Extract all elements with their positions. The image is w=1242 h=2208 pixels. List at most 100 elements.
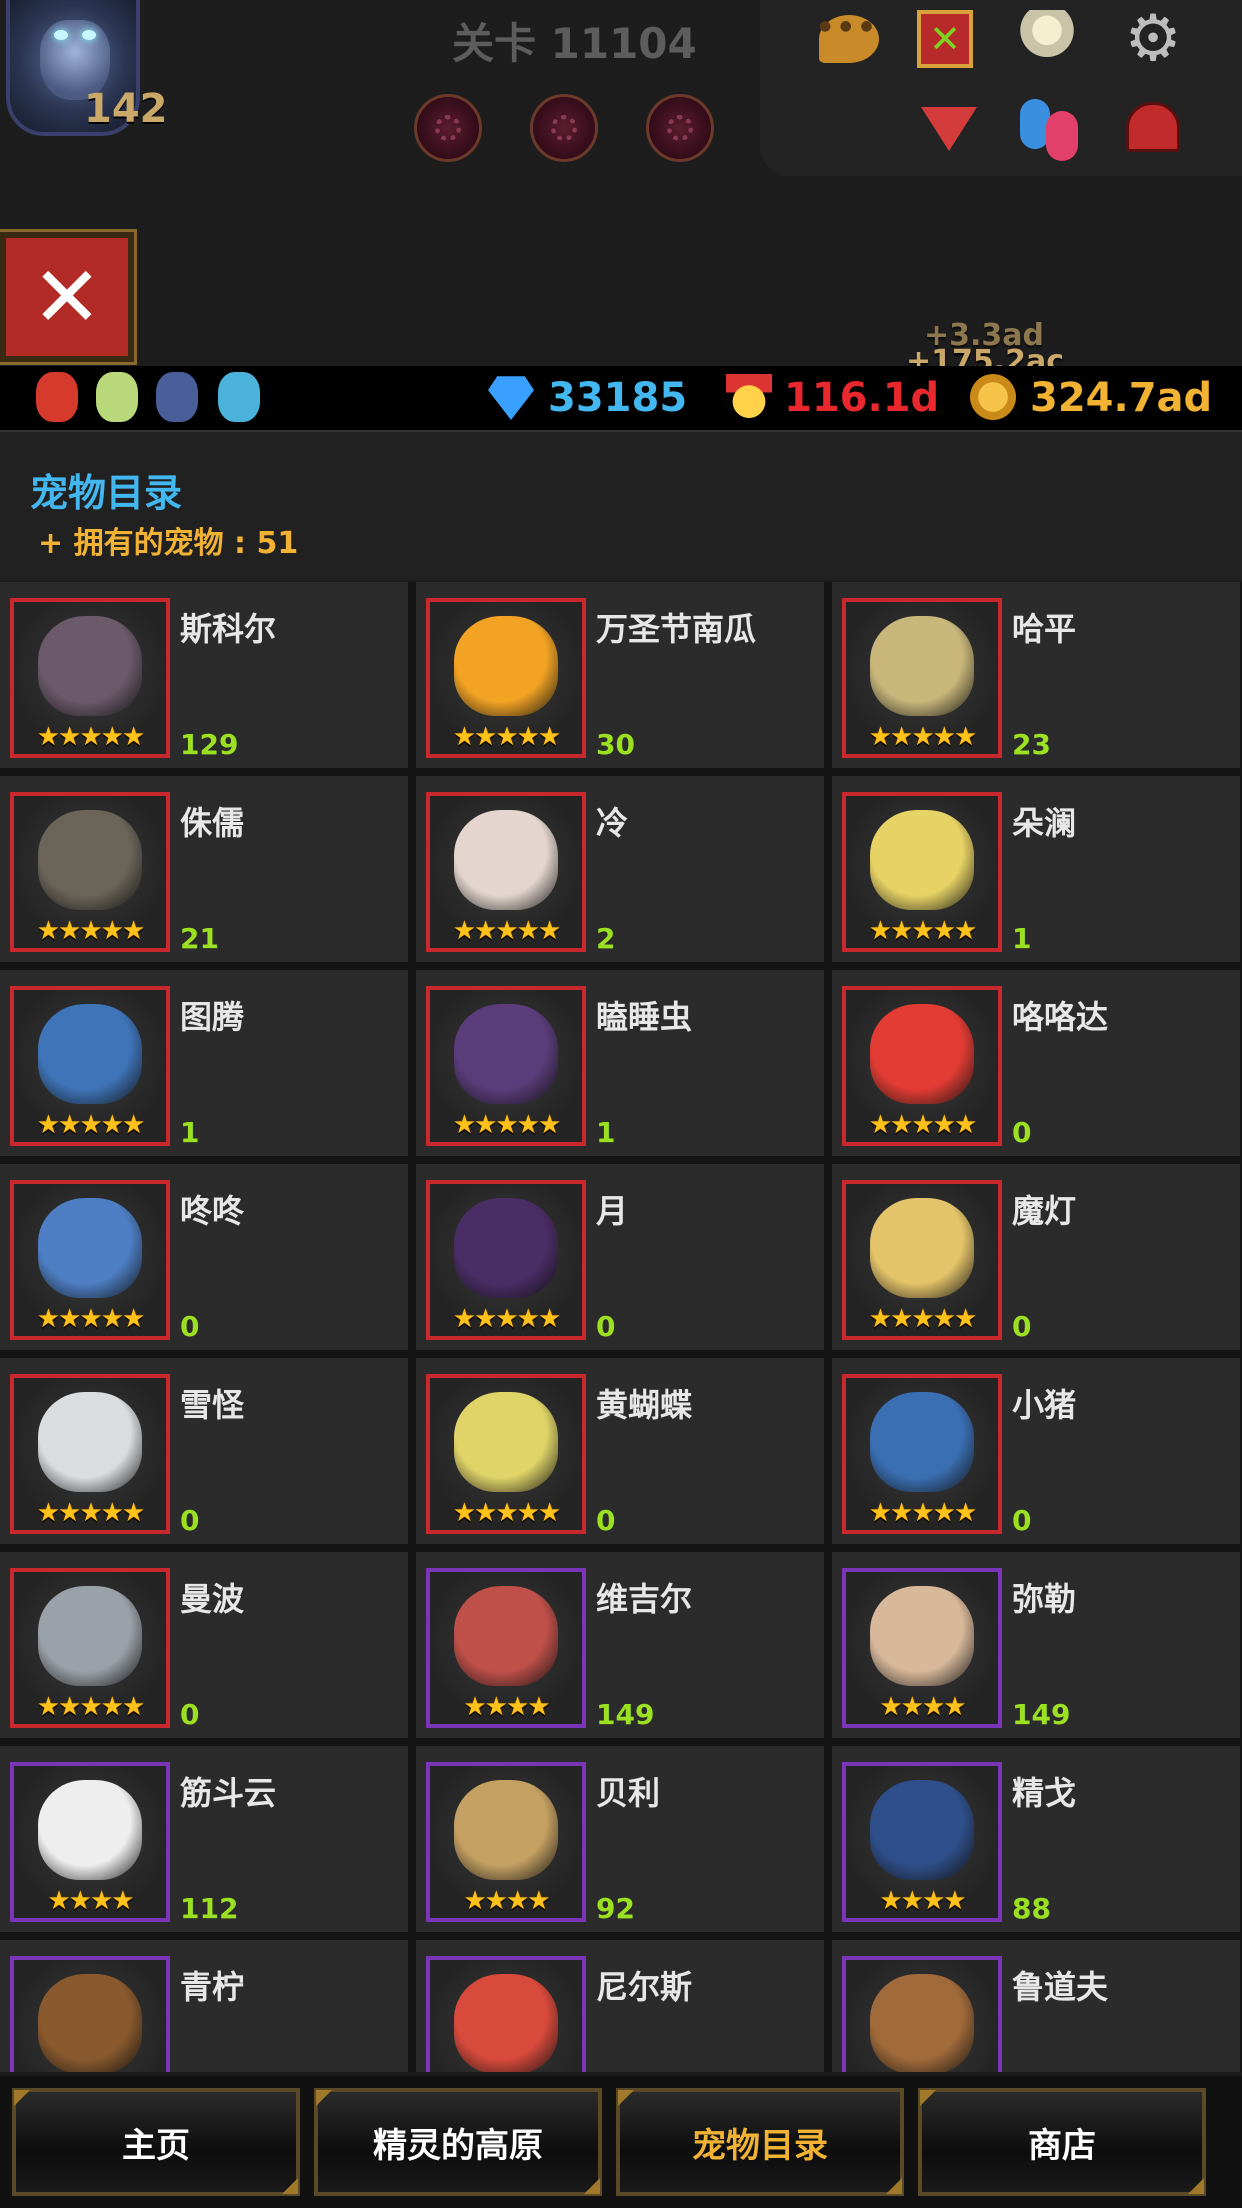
pet-card[interactable]: ★★★★★ 侏儒 21	[0, 776, 408, 962]
pet-stars: ★★★★	[879, 1692, 966, 1722]
tab-label: 商店	[1028, 2125, 1096, 2166]
pet-portrait: ★★★★★	[842, 1374, 1002, 1534]
pet-portrait: ★★★★★	[842, 598, 1002, 758]
pet-card[interactable]: ★★★★ 弥勒 149	[832, 1552, 1240, 1738]
pet-icon	[870, 1586, 974, 1686]
pet-card[interactable]: ★★★★★ 雪怪 0	[0, 1358, 408, 1544]
pet-card[interactable]: ★★★★★ 瞌睡虫 1	[416, 970, 824, 1156]
pet-icon	[870, 810, 974, 910]
pet-name: 雪怪	[180, 1386, 245, 1424]
mailbox-icon	[1126, 102, 1180, 152]
tab-pet-catalog[interactable]: 宠物目录	[616, 2088, 904, 2196]
pet-portrait: ★★★★	[426, 1568, 586, 1728]
pet-stars: ★★★★★	[868, 1498, 978, 1528]
pet-card[interactable]: ★★★★★ 月 0	[416, 1164, 824, 1350]
pet-card[interactable]: ★★★★ 精戈 88	[832, 1746, 1240, 1932]
pet-icon	[38, 1198, 142, 1298]
pet-count: 23	[1012, 728, 1051, 761]
pet-card[interactable]: ★★★★★ 朵澜 1	[832, 776, 1240, 962]
settings-button[interactable]: ⚙	[1120, 6, 1186, 72]
friends-icon	[1014, 97, 1080, 161]
pet-card[interactable]: ★★★★★ 冷 2	[416, 776, 824, 962]
pet-name: 青柠	[180, 1968, 245, 2006]
angel-button[interactable]	[1014, 6, 1080, 72]
calendar-icon: ✕	[917, 10, 973, 68]
hero-red-icon[interactable]	[36, 372, 78, 422]
pet-portrait	[842, 1956, 1002, 2072]
pet-stars: ★★★★★	[36, 1110, 146, 1140]
angel-icon	[1017, 10, 1077, 68]
gem-count: 33185	[548, 375, 688, 421]
pet-card[interactable]: 鲁道夫	[832, 1940, 1240, 2072]
pet-card[interactable]: ★★★★★ 咯咯达 0	[832, 970, 1240, 1156]
pet-card[interactable]: ★★★★ 筋斗云 112	[0, 1746, 408, 1932]
pet-portrait	[426, 1956, 586, 2072]
pet-icon	[454, 1586, 558, 1686]
medal-icon	[726, 374, 772, 420]
pet-card[interactable]: ★★★★ 贝利 92	[416, 1746, 824, 1932]
pet-icon	[454, 616, 558, 716]
pet-card[interactable]: ★★★★★ 曼波 0	[0, 1552, 408, 1738]
pet-card[interactable]: ★★★★★ 小猪 0	[832, 1358, 1240, 1544]
pet-name: 曼波	[180, 1580, 245, 1618]
owned-pets-count: + 拥有的宠物 : 51	[38, 526, 299, 561]
calendar-button[interactable]: ✕	[912, 6, 978, 72]
pet-card[interactable]: ★★★★★ 斯科尔 129	[0, 582, 408, 768]
friends-button[interactable]	[1014, 96, 1080, 162]
pet-stars: ★★★★★	[452, 1498, 562, 1528]
pet-portrait: ★★★★	[842, 1762, 1002, 1922]
collapse-button[interactable]	[916, 96, 982, 162]
close-button[interactable]: ✕	[0, 229, 137, 365]
collapse-arrow-icon	[921, 107, 977, 151]
pet-stars: ★★★★	[463, 1692, 550, 1722]
pet-card[interactable]: ★★★★★ 万圣节南瓜 30	[416, 582, 824, 768]
pet-count: 0	[1012, 1310, 1032, 1343]
pet-card[interactable]: 尼尔斯	[416, 1940, 824, 2072]
pet-count: 21	[180, 922, 219, 955]
pet-portrait: ★★★★	[426, 1762, 586, 1922]
pet-name: 哈平	[1012, 610, 1077, 648]
pet-name: 尼尔斯	[596, 1968, 693, 2006]
pet-card[interactable]: ★★★★★ 哈平 23	[832, 582, 1240, 768]
pet-portrait: ★★★★★	[10, 1374, 170, 1534]
pet-count: 92	[596, 1892, 635, 1925]
hero-knight-icon[interactable]	[156, 372, 198, 422]
pet-portrait: ★★★★★	[10, 792, 170, 952]
pet-icon	[38, 616, 142, 716]
pet-portrait: ★★★★★	[426, 986, 586, 1146]
pet-stars: ★★★★★	[452, 1110, 562, 1140]
pet-icon	[38, 1780, 142, 1880]
pet-stars: ★★★★★	[36, 722, 146, 752]
pet-icon	[38, 1974, 142, 2072]
tab-spirit-plateau[interactable]: 精灵的高原	[314, 2088, 602, 2196]
pet-name: 万圣节南瓜	[596, 610, 757, 648]
pet-card[interactable]: ★★★★★ 魔灯 0	[832, 1164, 1240, 1350]
pet-name: 斯科尔	[180, 610, 277, 648]
chat-icon	[819, 15, 879, 63]
pet-count: 1	[1012, 922, 1032, 955]
gold-count: 324.7ad	[1030, 375, 1213, 421]
pet-count: 149	[1012, 1698, 1071, 1731]
pet-icon	[870, 1780, 974, 1880]
pet-name: 魔灯	[1012, 1192, 1077, 1230]
pet-icon	[454, 1780, 558, 1880]
pet-icon	[38, 810, 142, 910]
hero-blue-icon[interactable]	[218, 372, 260, 422]
pet-portrait: ★★★★	[10, 1762, 170, 1922]
pet-card[interactable]: ★★★★★ 图腾 1	[0, 970, 408, 1156]
tab-shop[interactable]: 商店	[918, 2088, 1206, 2196]
pet-card[interactable]: ★★★★★ 黄蝴蝶 0	[416, 1358, 824, 1544]
pet-stars: ★★★★★	[36, 1304, 146, 1334]
tab-home[interactable]: 主页	[12, 2088, 300, 2196]
pet-card[interactable]: ★★★★★ 咚咚 0	[0, 1164, 408, 1350]
hero-green-icon[interactable]	[96, 372, 138, 422]
pet-name: 黄蝴蝶	[596, 1386, 693, 1424]
pet-card[interactable]: ★★★★ 维吉尔 149	[416, 1552, 824, 1738]
pet-portrait: ★★★★★	[10, 986, 170, 1146]
chat-button[interactable]	[816, 6, 882, 72]
pet-card[interactable]: 青柠	[0, 1940, 408, 2072]
pet-name: 咯咯达	[1012, 998, 1109, 1036]
mailbox-button[interactable]	[1120, 94, 1186, 160]
pet-portrait: ★★★★★	[842, 986, 1002, 1146]
pet-icon	[454, 1392, 558, 1492]
